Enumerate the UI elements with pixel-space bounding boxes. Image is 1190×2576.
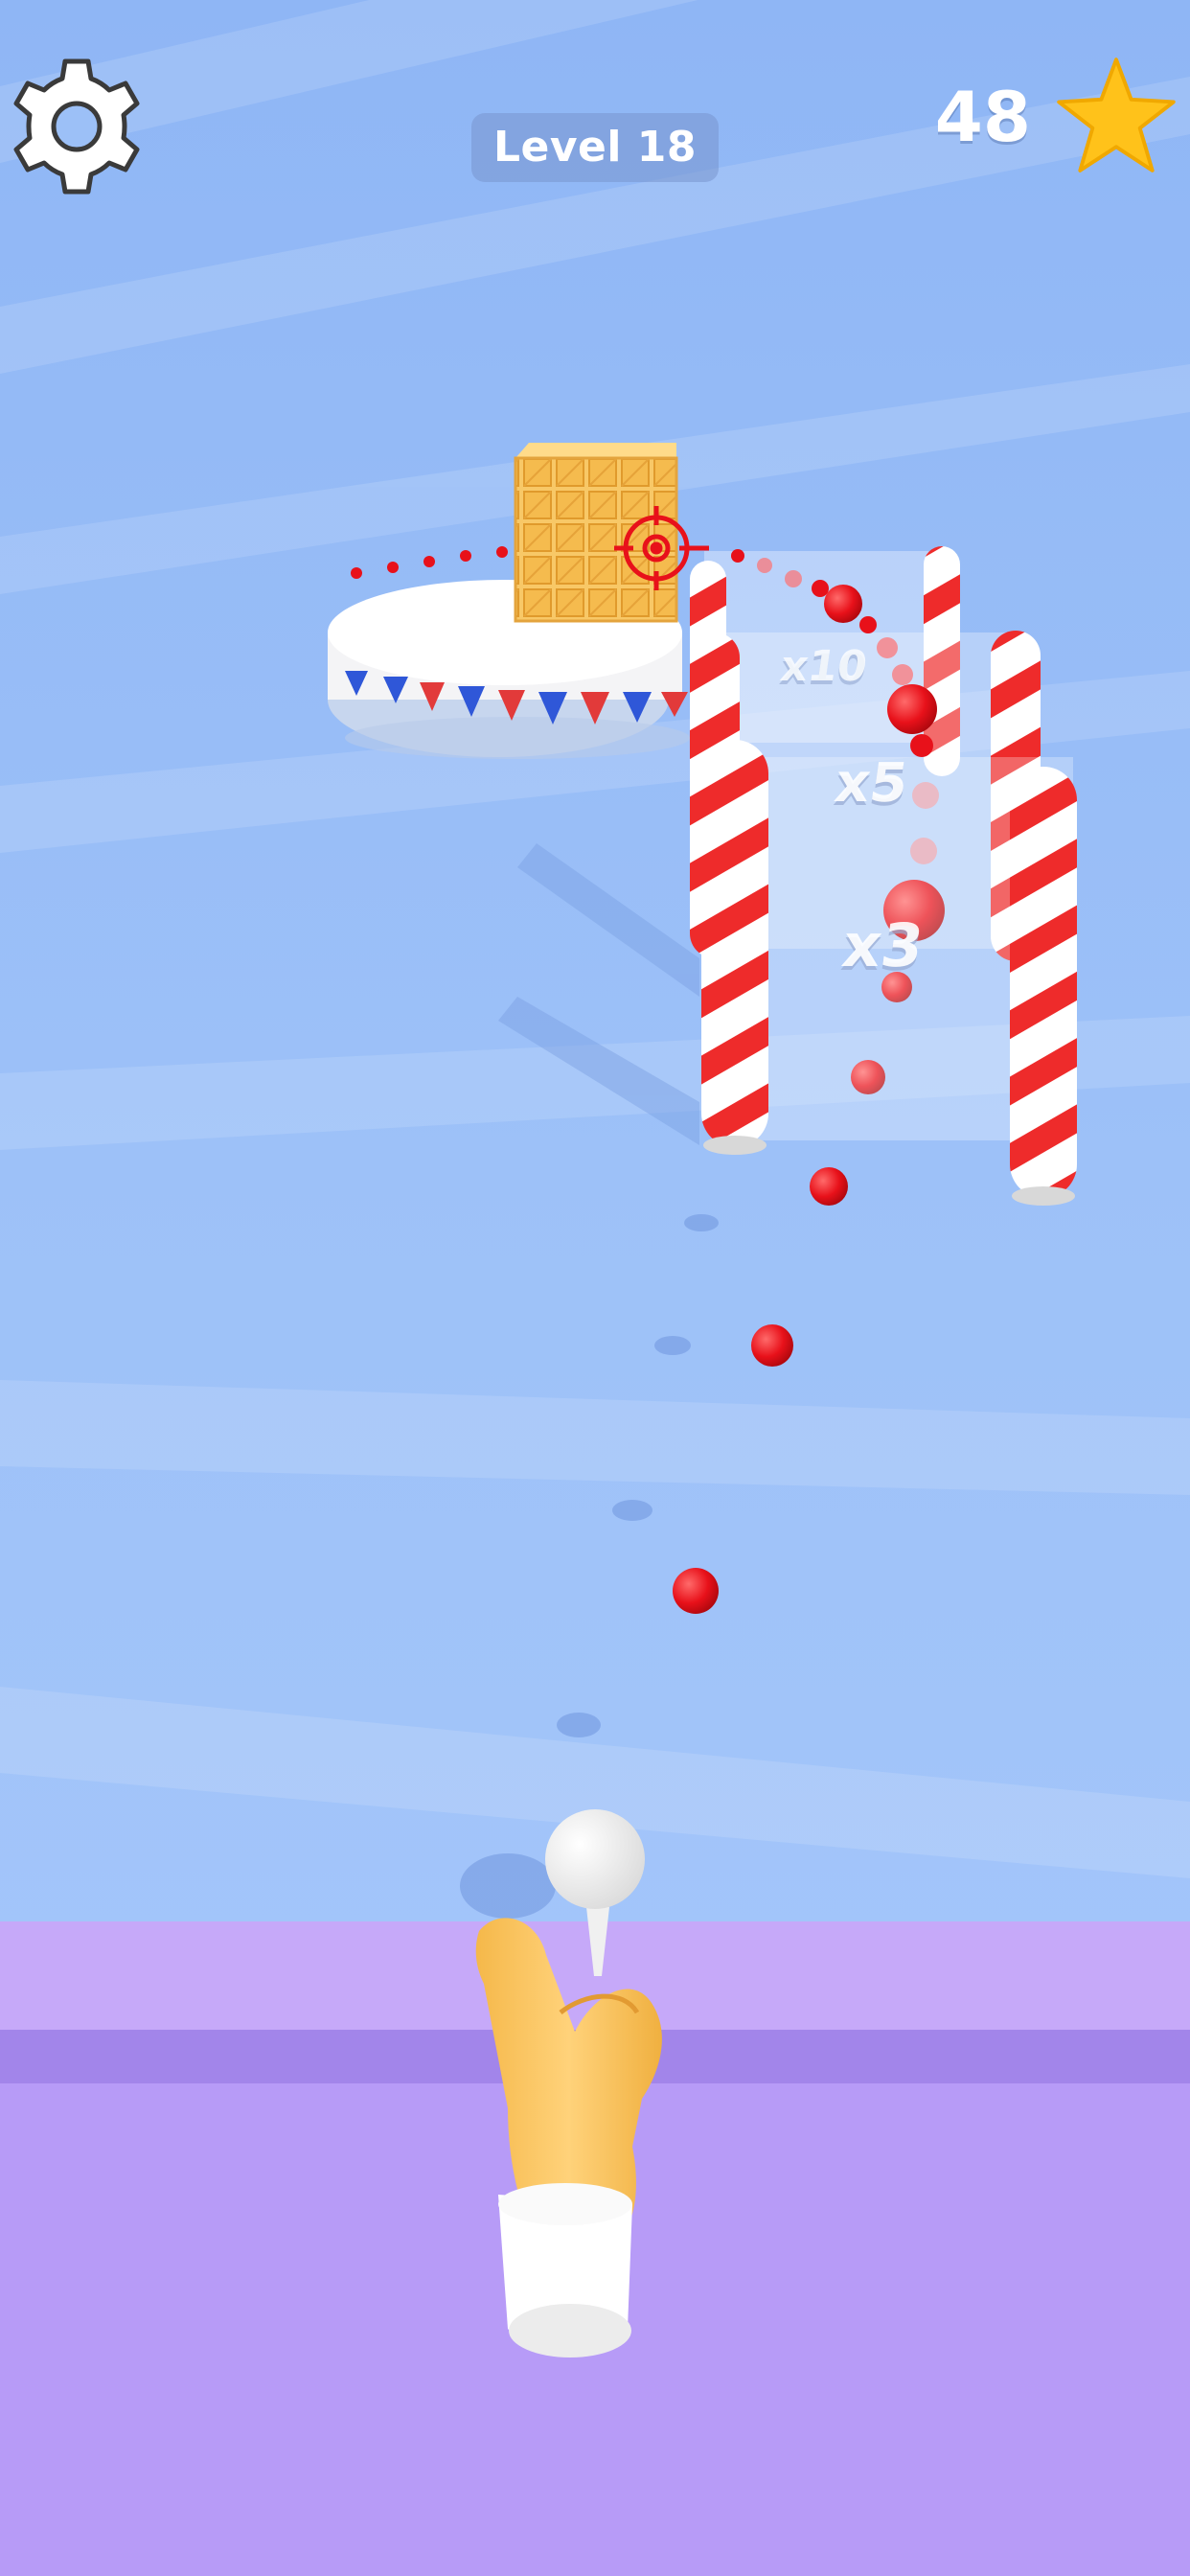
gear-icon xyxy=(13,58,140,195)
gate-label-x10: x10 xyxy=(777,642,871,691)
settings-button[interactable] xyxy=(4,54,149,199)
score-value: 48 xyxy=(934,77,1031,157)
level-indicator: Level 18 xyxy=(471,113,719,182)
game-scene[interactable] xyxy=(0,0,1190,2576)
score-display: 48 xyxy=(935,50,1179,184)
waffle-tower xyxy=(514,443,678,623)
star-icon xyxy=(1057,58,1176,172)
gate-label-x5: x5 xyxy=(831,752,912,815)
gate-label-x3: x3 xyxy=(837,910,928,980)
